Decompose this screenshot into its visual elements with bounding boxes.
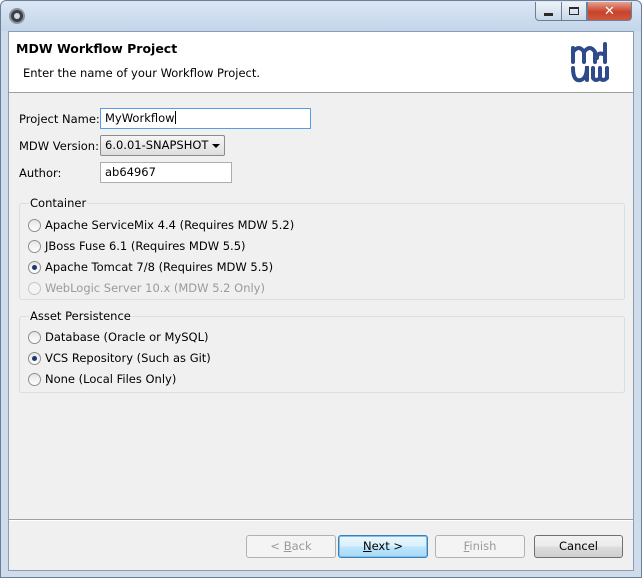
back-prefix: < — [270, 539, 284, 553]
maximize-button[interactable] — [561, 2, 587, 21]
asset-persistence-group: Asset Persistence Database (Oracle or My… — [19, 309, 625, 393]
back-mnemonic: B — [283, 539, 292, 553]
radio-label: WebLogic Server 10.x (MDW 5.2 Only) — [45, 281, 265, 295]
radio-label: Database (Oracle or MySQL) — [45, 330, 209, 344]
maximize-icon — [569, 7, 579, 15]
mdw-version-label: MDW Version: — [19, 139, 99, 153]
radio-button[interactable] — [28, 239, 41, 253]
author-row: Author: — [19, 163, 61, 183]
radio-label: Apache Tomcat 7/8 (Requires MDW 5.5) — [45, 260, 274, 274]
radio-button[interactable] — [28, 372, 41, 386]
next-rest: ext > — [371, 539, 404, 553]
project-name-row: Project Name: — [19, 109, 100, 129]
asset-option-vcs[interactable]: VCS Repository (Such as Git) — [28, 350, 211, 366]
finish-button[interactable]: Finish — [435, 535, 525, 558]
radio-label: JBoss Fuse 6.1 (Requires MDW 5.5) — [45, 239, 246, 253]
container-group: Container Apache ServiceMix 4.4 (Require… — [19, 196, 625, 300]
text-caret — [174, 111, 176, 124]
next-mnemonic: N — [362, 539, 372, 553]
wizard-window: ✕ MDW Workflow Project Enter the name of… — [0, 0, 642, 578]
button-bar-separator — [9, 519, 633, 521]
radio-label: Apache ServiceMix 4.4 (Requires MDW 5.2) — [45, 218, 295, 232]
container-option-tomcat[interactable]: Apache Tomcat 7/8 (Requires MDW 5.5) — [28, 259, 273, 275]
radio-button[interactable] — [28, 218, 41, 232]
asset-option-none[interactable]: None (Local Files Only) — [28, 371, 176, 387]
eclipse-icon — [9, 8, 25, 24]
radio-label: None (Local Files Only) — [45, 372, 177, 386]
radio-button-disabled — [28, 281, 41, 295]
page-description: Enter the name of your Workflow Project. — [23, 66, 261, 80]
mdw-version-value: 6.0.01-SNAPSHOT — [105, 138, 209, 152]
author-label: Author: — [19, 166, 62, 180]
title-bar[interactable]: ✕ — [1, 1, 641, 31]
close-icon: ✕ — [604, 3, 615, 19]
container-option-servicemix[interactable]: Apache ServiceMix 4.4 (Requires MDW 5.2) — [28, 217, 294, 233]
cancel-label: Cancel — [559, 539, 598, 553]
author-value: ab64967 — [105, 165, 156, 179]
chevron-down-icon — [212, 144, 220, 148]
back-button[interactable]: < Back — [246, 535, 336, 558]
cancel-button[interactable]: Cancel — [534, 535, 623, 558]
mdw-version-select[interactable]: 6.0.01-SNAPSHOT — [100, 135, 225, 156]
radio-button[interactable] — [28, 330, 41, 344]
minimize-icon — [544, 12, 553, 16]
project-name-input[interactable]: MyWorkflow — [100, 108, 311, 129]
container-option-jboss-fuse[interactable]: JBoss Fuse 6.1 (Requires MDW 5.5) — [28, 238, 246, 254]
finish-rest: inish — [469, 539, 497, 553]
mdw-logo-icon — [571, 42, 609, 83]
back-rest: ack — [291, 539, 312, 553]
container-group-title: Container — [29, 196, 88, 210]
radio-button-selected[interactable] — [28, 351, 41, 365]
mdw-version-row: MDW Version: — [19, 136, 99, 156]
asset-persistence-group-title: Asset Persistence — [29, 309, 132, 323]
wizard-banner: MDW Workflow Project Enter the name of y… — [9, 32, 633, 93]
minimize-button[interactable] — [535, 2, 562, 21]
container-option-weblogic: WebLogic Server 10.x (MDW 5.2 Only) — [28, 280, 265, 296]
asset-option-database[interactable]: Database (Oracle or MySQL) — [28, 329, 208, 345]
next-button[interactable]: Next > — [338, 535, 428, 558]
radio-button-selected[interactable] — [28, 260, 41, 274]
author-input[interactable]: ab64967 — [100, 162, 232, 183]
radio-label: VCS Repository (Such as Git) — [45, 351, 211, 365]
close-button[interactable]: ✕ — [587, 2, 632, 21]
project-name-value: MyWorkflow — [105, 111, 175, 125]
project-name-label: Project Name: — [19, 112, 100, 126]
wizard-client-area: MDW Workflow Project Enter the name of y… — [8, 31, 634, 571]
page-title: MDW Workflow Project — [16, 41, 178, 56]
